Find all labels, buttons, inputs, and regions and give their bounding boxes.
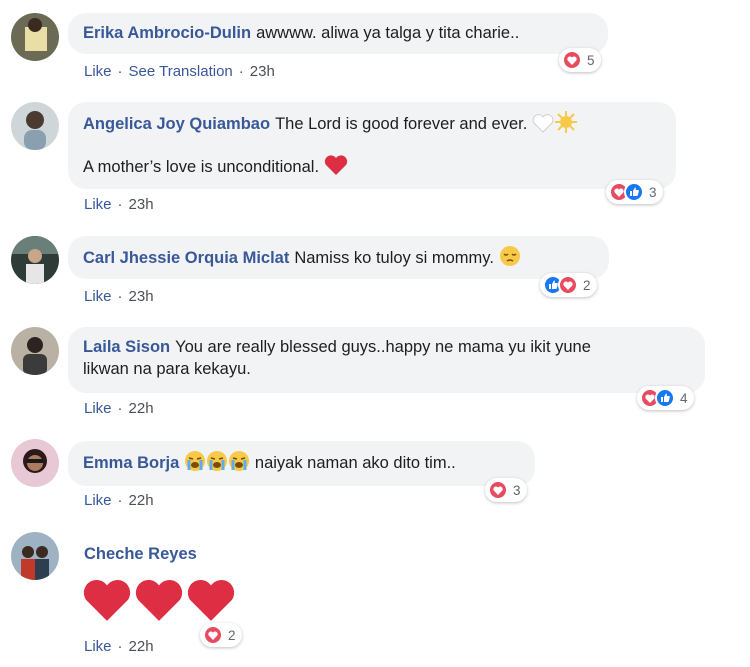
like-link[interactable]: Like <box>84 63 112 80</box>
reaction-summary[interactable]: 4 <box>637 386 694 410</box>
avatar[interactable] <box>11 439 59 487</box>
reaction-summary[interactable]: 5 <box>559 48 601 72</box>
avatar[interactable] <box>11 13 59 61</box>
comment-actions: Like · 22h <box>84 638 154 655</box>
like-link[interactable]: Like <box>84 288 112 305</box>
comment-bubble: Emma Borja naiyak naman ako dito tim.. <box>68 441 535 486</box>
separator: · <box>117 196 123 213</box>
comment-actions: Like · 22h <box>84 492 154 509</box>
like-link[interactable]: Like <box>84 492 112 509</box>
timestamp[interactable]: 22h <box>129 400 154 417</box>
reaction-summary[interactable]: 3 <box>606 180 663 204</box>
reaction-count: 3 <box>513 482 521 498</box>
like-link[interactable]: Like <box>84 638 112 655</box>
timestamp[interactable]: 23h <box>129 196 154 213</box>
reaction-summary[interactable]: 2 <box>200 623 242 647</box>
comment-text: Namiss ko tuloy si mommy. <box>294 249 494 267</box>
timestamp[interactable]: 23h <box>129 288 154 305</box>
comment-author[interactable]: Angelica Joy Quiambao <box>83 115 270 133</box>
comment-text: You are really blessed guys..happy ne ma… <box>175 338 591 356</box>
comment-actions: Like · 22h <box>84 400 154 417</box>
like-reaction-icon <box>624 182 644 202</box>
love-reaction-icon <box>558 275 578 295</box>
comment-text: likwan na para kekayu. <box>83 360 251 378</box>
separator: · <box>117 638 123 655</box>
separator: · <box>117 63 123 80</box>
red-heart-emoji <box>324 154 348 182</box>
red-heart-emoji <box>82 577 132 628</box>
comment-author[interactable]: Emma Borja <box>83 454 179 472</box>
reaction-summary[interactable]: 3 <box>485 478 527 502</box>
crying-face-emoji <box>206 450 228 478</box>
separator: · <box>117 400 123 417</box>
reaction-summary[interactable]: 2 <box>540 273 597 297</box>
separator: · <box>238 63 244 80</box>
red-heart-emoji <box>134 577 184 628</box>
reaction-count: 2 <box>583 277 591 293</box>
comment-text: A mother’s love is unconditional. <box>83 158 320 176</box>
avatar[interactable] <box>11 236 59 284</box>
comment-bubble: Angelica Joy Quiambao The Lord is good fo… <box>68 102 676 189</box>
timestamp[interactable]: 22h <box>129 638 154 655</box>
red-heart-emoji <box>186 577 236 628</box>
comment-author[interactable]: Laila Sison <box>83 338 170 356</box>
timestamp[interactable]: 23h <box>250 63 275 80</box>
avatar[interactable] <box>11 532 59 580</box>
reaction-count: 3 <box>649 184 657 200</box>
separator: · <box>117 492 123 509</box>
comment-text: naiyak naman ako dito tim.. <box>254 454 456 472</box>
crying-face-emoji <box>184 450 206 478</box>
comment-actions: Like · See Translation · 23h <box>84 63 275 80</box>
pensive-face-emoji <box>499 245 521 273</box>
comment-author[interactable]: Erika Ambrocio-Dulin <box>83 24 251 42</box>
comment-bubble: Laila Sison You are really blessed guys..… <box>68 327 705 393</box>
comment-bubble: Erika Ambrocio-Dulin awwww. aliwa ya talg… <box>68 13 608 54</box>
reaction-count: 5 <box>587 52 595 68</box>
timestamp[interactable]: 22h <box>129 492 154 509</box>
love-reaction-icon <box>562 50 582 70</box>
like-reaction-icon <box>655 388 675 408</box>
love-reaction-icon <box>203 625 223 645</box>
reaction-count: 4 <box>680 390 688 406</box>
heart-emoji-row <box>82 577 236 628</box>
comment-author[interactable]: Carl Jhessie Orquia Miclat <box>83 249 289 267</box>
reaction-count: 2 <box>228 627 236 643</box>
crying-face-emoji <box>228 450 250 478</box>
love-reaction-icon <box>488 480 508 500</box>
comment-text: awwww. aliwa ya talga y tita charie.. <box>256 24 520 42</box>
comment-actions: Like · 23h <box>84 196 154 213</box>
sparkle-emoji <box>554 111 578 139</box>
avatar[interactable] <box>11 327 59 375</box>
avatar[interactable] <box>11 102 59 150</box>
white-heart-emoji <box>532 113 554 139</box>
separator: · <box>117 288 123 305</box>
like-link[interactable]: Like <box>84 196 112 213</box>
comment-author[interactable]: Cheche Reyes <box>84 545 197 563</box>
like-link[interactable]: Like <box>84 400 112 417</box>
comment-text: The Lord is good forever and ever. <box>275 115 528 133</box>
comment-actions: Like · 23h <box>84 288 154 305</box>
comment-bubble: Carl Jhessie Orquia Miclat Namiss ko tulo… <box>68 236 609 279</box>
see-translation-link[interactable]: See Translation <box>129 63 233 80</box>
comment-author-row: Cheche Reyes <box>84 545 202 564</box>
